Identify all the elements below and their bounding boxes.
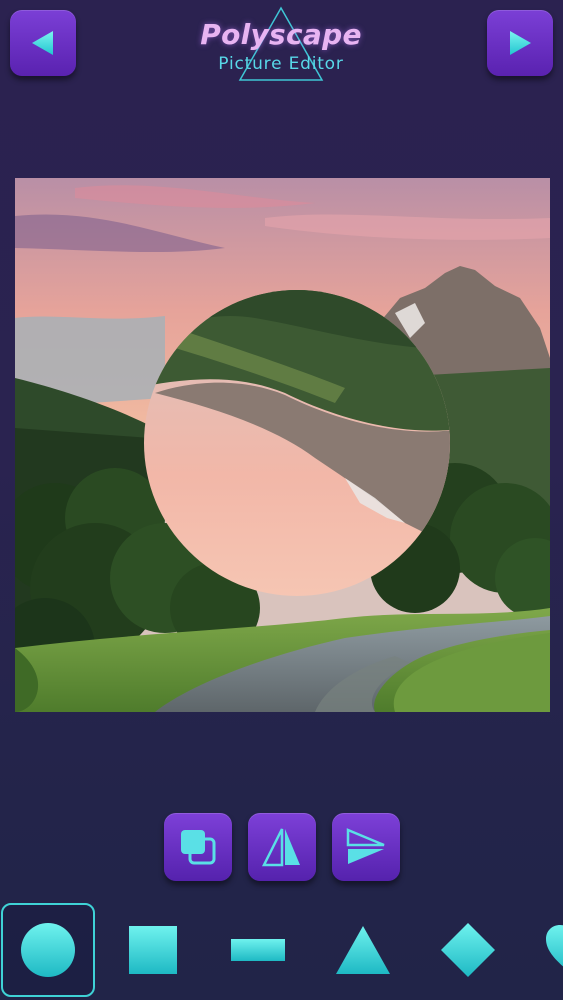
square-shape-icon (129, 926, 177, 974)
app-subtitle: Picture Editor (218, 54, 344, 74)
mirror-horizontal-icon (346, 828, 385, 864)
back-button[interactable] (10, 10, 76, 76)
shape-square-button[interactable] (106, 903, 200, 997)
triangle-shape-icon (336, 926, 390, 974)
layer-copy-button[interactable] (164, 813, 232, 881)
mirror-horizontal-button[interactable] (332, 813, 400, 881)
app-title: Polyscape (200, 18, 362, 51)
mirror-vertical-button[interactable] (248, 813, 316, 881)
mirror-vertical-icon (261, 828, 300, 867)
app-logo: Polyscape Picture Editor (181, 6, 381, 86)
play-right-icon (510, 31, 531, 55)
photo-canvas[interactable] (15, 178, 550, 712)
shape-rectangle-button[interactable] (211, 903, 305, 997)
shape-diamond-button[interactable] (421, 903, 515, 997)
shape-selector (0, 900, 563, 1000)
shape-circle-button[interactable] (1, 903, 95, 997)
forward-button[interactable] (487, 10, 553, 76)
layer-copy-icon (181, 830, 216, 865)
diamond-shape-icon (441, 923, 495, 977)
heart-shape-icon (546, 925, 563, 967)
rectangle-shape-icon (231, 939, 285, 961)
play-left-icon (32, 31, 53, 55)
shape-triangle-button[interactable] (316, 903, 410, 997)
circle-shape-icon (21, 923, 75, 977)
shape-heart-button[interactable] (526, 903, 563, 997)
landscape-image (15, 178, 550, 712)
